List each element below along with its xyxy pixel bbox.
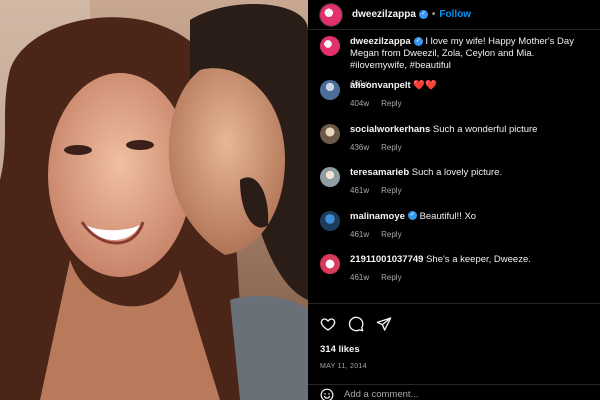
comment-item: 21911001037749 She's a keeper, Dweeze. 4… [320, 254, 600, 298]
comment-text: She's a keeper, Dweeze. [426, 254, 531, 265]
comment-text: ❤️❤️ [413, 80, 438, 91]
comment-username[interactable]: teresamarieb [350, 167, 409, 178]
follow-button[interactable]: Follow [439, 9, 471, 20]
author-avatar[interactable] [320, 3, 342, 26]
caption-avatar[interactable] [320, 36, 340, 56]
comment-item: teresamarieb Such a lovely picture. 461w… [320, 167, 600, 211]
author-username[interactable]: dweezilzappa [352, 9, 416, 20]
comment-item: socialworkerhans Such a wonderful pictur… [320, 123, 600, 168]
reply-button[interactable]: Reply [381, 273, 401, 282]
comment-username[interactable]: malinamoye [350, 211, 405, 222]
comment-icon[interactable] [348, 316, 364, 332]
comment-item: malinamoye ✓ Beautiful!! Xo 461w Reply [320, 210, 600, 255]
post-details-panel: dweezilzappa ✓ • Follow dweezilzappa ✓ I … [308, 0, 600, 400]
comment-time[interactable]: 461w [350, 186, 369, 195]
reply-button[interactable]: Reply [381, 230, 401, 239]
post-date: MAY 11, 2014 [320, 363, 367, 370]
comment-meta: 436w Reply [350, 142, 590, 154]
comment-meta: 461w Reply [350, 185, 590, 197]
comment-time[interactable]: 461w [350, 273, 369, 282]
comments-list[interactable]: dweezilzappa ✓ I love my wife! Happy Moth… [308, 30, 600, 302]
heart-icon[interactable] [320, 316, 336, 332]
comment-text: Such a lovely picture. [411, 167, 503, 178]
comment-time[interactable]: 436w [350, 143, 369, 152]
commenter-avatar[interactable] [320, 210, 340, 231]
comment-meta: 461w Reply [350, 272, 590, 284]
reply-button[interactable]: Reply [381, 186, 401, 195]
commenter-avatar[interactable] [320, 254, 340, 274]
caption-username[interactable]: dweezilzappa [350, 36, 411, 47]
post-photo [0, 0, 308, 400]
add-comment-input[interactable] [344, 389, 544, 400]
comment-meta: 461w Reply [350, 229, 590, 241]
verified-badge-icon: ✓ [407, 211, 417, 221]
comment-username[interactable]: 21911001037749 [350, 254, 423, 265]
comment-username[interactable]: socialworkerhans [350, 124, 430, 135]
comment-item: alisonvanpelt ❤️❤️ 404w Reply [320, 80, 600, 124]
reply-button[interactable]: Reply [381, 143, 401, 152]
reply-button[interactable]: Reply [381, 99, 401, 108]
add-comment-bar [308, 384, 600, 400]
share-icon[interactable] [376, 316, 392, 332]
emoji-icon[interactable] [320, 388, 334, 400]
comment-meta: 404w Reply [350, 98, 590, 110]
verified-badge-icon: ✓ [418, 10, 428, 19]
commenter-avatar[interactable] [320, 80, 340, 100]
comment-username[interactable]: alisonvanpelt [350, 80, 411, 91]
post-header: dweezilzappa ✓ • Follow [308, 0, 600, 30]
comment-text: Beautiful!! Xo [419, 210, 477, 222]
comment-time[interactable]: 461w [350, 230, 369, 239]
verified-badge-icon: ✓ [413, 36, 423, 46]
comment-time[interactable]: 404w [350, 99, 369, 108]
commenter-avatar[interactable] [320, 123, 340, 144]
likes-count[interactable]: 314 likes [320, 344, 588, 355]
comment-text: Such a wonderful picture [432, 123, 538, 135]
caption: dweezilzappa ✓ I love my wife! Happy Moth… [320, 36, 600, 88]
separator-dot: • [431, 9, 436, 20]
commenter-avatar[interactable] [320, 167, 340, 187]
post-actions: 314 likes MAY 11, 2014 [308, 303, 600, 370]
